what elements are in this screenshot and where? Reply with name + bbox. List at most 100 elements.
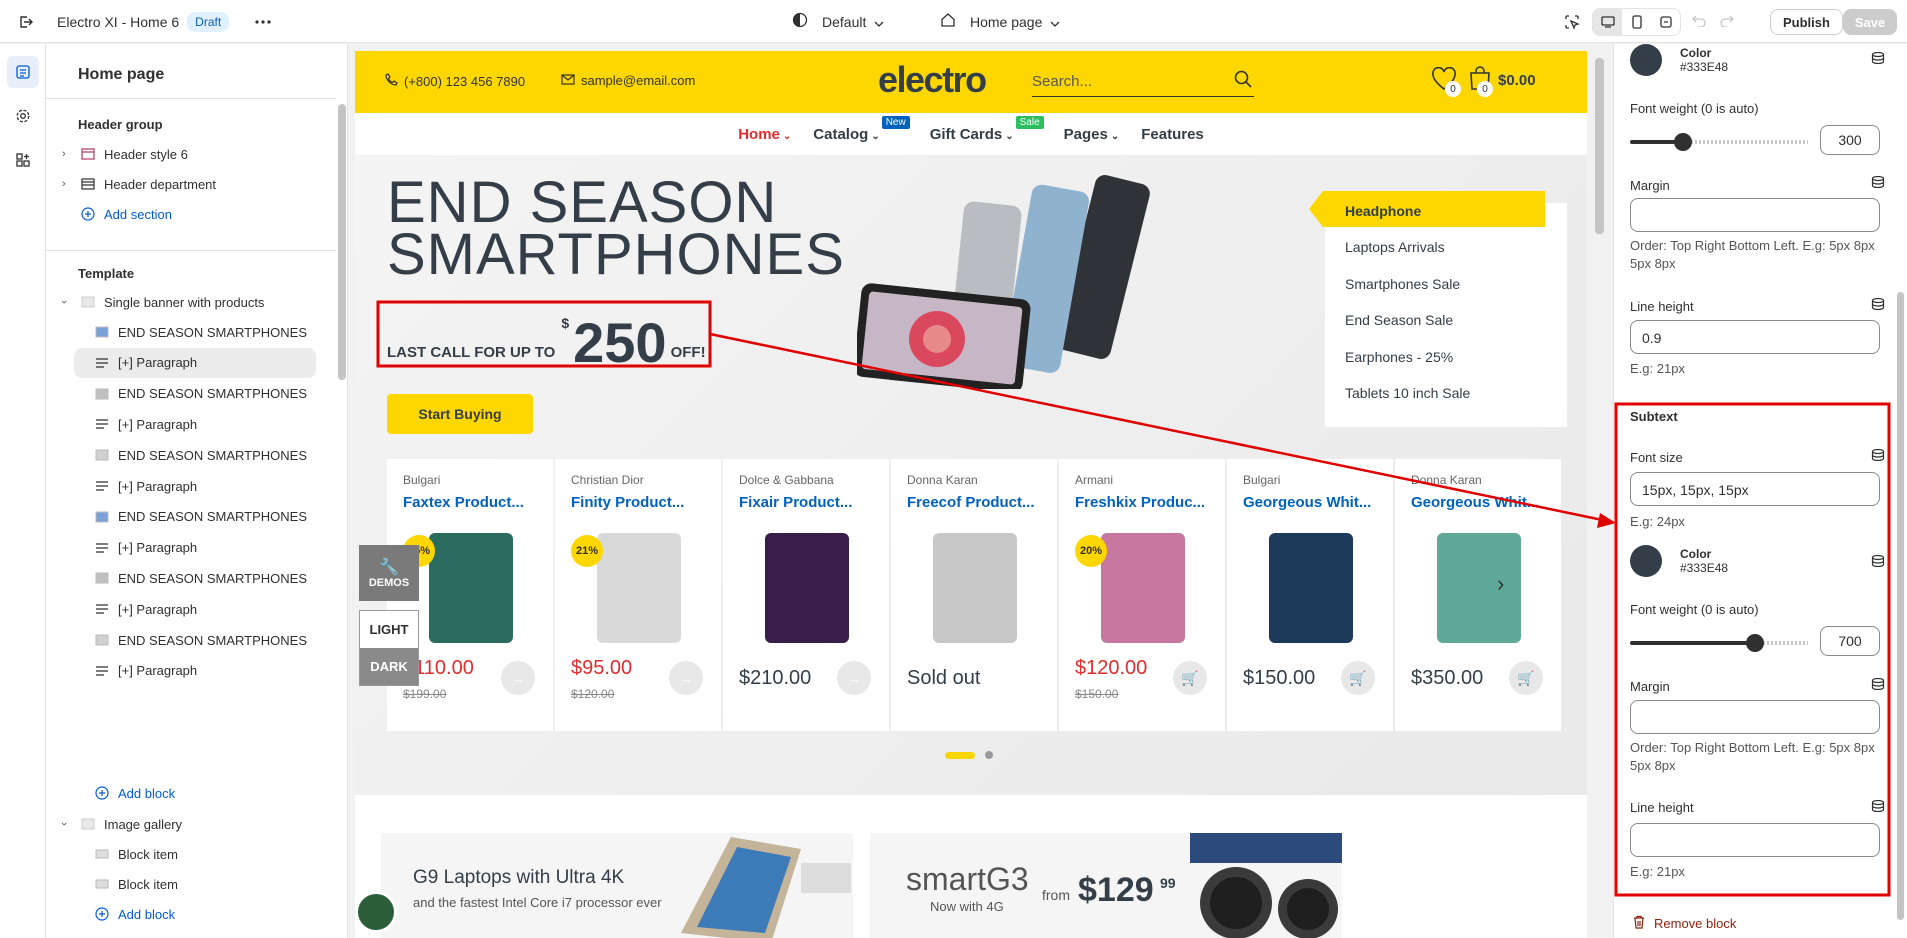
tree-item-heading[interactable]: END SEASON SMARTPHONES	[46, 563, 336, 593]
arrow-right-icon[interactable]: →	[669, 661, 703, 695]
product-card[interactable]: Donna Karan Freecof Product... Sold out	[891, 459, 1057, 731]
tree-item-block[interactable]: Block item	[46, 869, 336, 899]
tree-item-section[interactable]: › Single banner with products	[46, 287, 336, 317]
slider-knob[interactable]	[1674, 133, 1693, 151]
nav-item-pages[interactable]: Pages ⌄	[1064, 126, 1120, 143]
font-weight-slider[interactable]	[1630, 634, 1808, 652]
database-icon[interactable]	[1871, 800, 1885, 812]
theme-selector[interactable]: Default	[792, 0, 884, 43]
smartwatch-banner[interactable]: smartG3 Now with 4G from $129 99	[870, 833, 1342, 938]
start-buying-button[interactable]: Start Buying	[387, 394, 533, 434]
product-name[interactable]: Georgeous Whit...	[1243, 494, 1393, 511]
nav-item-home[interactable]: Home ⌄	[738, 126, 791, 143]
chevron-down-icon[interactable]: ›	[58, 822, 70, 826]
light-mode-button[interactable]: LIGHT	[360, 611, 418, 648]
tree-item-heading[interactable]: END SEASON SMARTPHONES	[46, 502, 336, 532]
color-swatch[interactable]	[1630, 44, 1662, 76]
menu-item[interactable]: Headphone	[1345, 203, 1421, 219]
apps-icon[interactable]	[7, 144, 39, 176]
add-to-cart-icon[interactable]: 🛒	[1509, 661, 1543, 695]
chevron-right-icon[interactable]: ›	[62, 148, 66, 160]
chevron-down-icon[interactable]: ›	[58, 300, 70, 304]
product-name[interactable]: Finity Product...	[571, 494, 721, 511]
tree-item-paragraph[interactable]: [+] Paragraph	[46, 533, 336, 563]
color-swatch[interactable]	[1630, 545, 1662, 577]
remove-block-button[interactable]: Remove block	[1632, 915, 1736, 932]
theme-mode-toggle[interactable]: LIGHT DARK	[359, 610, 419, 686]
nav-item-gift-cards[interactable]: Gift Cards ⌄Sale	[930, 115, 1044, 143]
gear-icon[interactable]	[7, 100, 39, 132]
tree-item-paragraph[interactable]: [+] Paragraph	[74, 347, 316, 378]
product-name[interactable]: Faxtex Product...	[403, 494, 553, 511]
database-icon[interactable]	[1871, 298, 1885, 310]
preview-scrollbar[interactable]	[1592, 46, 1606, 936]
product-image[interactable]	[933, 533, 1017, 643]
search-icon[interactable]	[1234, 70, 1252, 93]
product-card[interactable]: Dolce & Gabbana Fixair Product... $210.00 →	[723, 459, 889, 731]
menu-item[interactable]: Tablets 10 inch Sale	[1345, 385, 1470, 401]
tree-item-heading[interactable]: END SEASON SMARTPHONES	[46, 625, 336, 655]
database-icon[interactable]	[1871, 449, 1885, 461]
product-name[interactable]: Fixair Product...	[739, 494, 889, 511]
exit-icon[interactable]	[12, 8, 40, 36]
sections-icon[interactable]	[7, 56, 39, 88]
font-weight-input[interactable]: 700	[1820, 626, 1880, 656]
pagination-dot-active[interactable]	[945, 751, 975, 759]
tree-item-heading[interactable]: END SEASON SMARTPHONES	[46, 440, 336, 470]
page-selector[interactable]: Home page	[940, 0, 1060, 43]
fullscreen-icon[interactable]	[1651, 9, 1680, 35]
product-image[interactable]	[1101, 533, 1185, 643]
product-card[interactable]: Armani Freshkix Produc... 20% $120.00 $150.0…	[1059, 459, 1225, 731]
product-name[interactable]: Freecof Product...	[907, 494, 1057, 511]
slider-knob[interactable]	[1745, 634, 1764, 652]
tree-item-block[interactable]: Block item	[46, 839, 336, 869]
email-address[interactable]: sample@email.com	[581, 73, 695, 88]
menu-item[interactable]: End Season Sale	[1345, 312, 1453, 328]
tree-item-heading[interactable]: END SEASON SMARTPHONES	[46, 317, 336, 347]
chevron-right-icon[interactable]: ›	[1497, 571, 1504, 597]
dark-mode-button[interactable]: DARK	[360, 648, 418, 685]
desktop-icon[interactable]	[1593, 9, 1622, 35]
menu-item[interactable]: Smartphones Sale	[1345, 276, 1460, 292]
tree-item-paragraph[interactable]: [+] Paragraph	[46, 471, 336, 501]
product-name[interactable]: Freshkix Produc...	[1075, 494, 1225, 511]
font-size-input[interactable]: 15px, 15px, 15px	[1630, 472, 1880, 506]
database-icon[interactable]	[1871, 52, 1885, 64]
product-image[interactable]	[1437, 533, 1521, 643]
tree-item-header-department[interactable]: › Header department	[46, 169, 336, 199]
product-card[interactable]: Donna Karan Georgeous Whit... $350.00 🛒	[1395, 459, 1561, 731]
add-section-button[interactable]: Add section	[46, 199, 336, 229]
font-weight-input[interactable]: 300	[1820, 125, 1880, 155]
more-actions-icon[interactable]	[249, 8, 277, 36]
tree-item-heading[interactable]: END SEASON SMARTPHONES	[46, 379, 336, 409]
undo-icon[interactable]	[1692, 14, 1706, 30]
margin-input[interactable]	[1630, 700, 1880, 734]
settings-scrollbar[interactable]	[1897, 44, 1905, 938]
tree-item-paragraph[interactable]: [+] Paragraph	[46, 656, 336, 686]
site-logo[interactable]: electro	[878, 59, 987, 101]
margin-input[interactable]	[1630, 198, 1880, 232]
product-card[interactable]: Bulgari Georgeous Whit... $150.00 🛒	[1227, 459, 1393, 731]
line-height-input[interactable]	[1630, 823, 1880, 857]
phone-number[interactable]: (+800) 123 456 7890	[404, 74, 525, 89]
mobile-icon[interactable]	[1622, 9, 1651, 35]
laptop-banner[interactable]: G9 Laptops with Ultra 4K and the fastest…	[381, 833, 853, 938]
database-icon[interactable]	[1871, 678, 1885, 690]
product-name[interactable]: Georgeous Whit...	[1411, 494, 1561, 511]
nav-item-features[interactable]: Features	[1141, 126, 1204, 143]
arrow-right-icon[interactable]: →	[837, 661, 871, 695]
database-icon[interactable]	[1871, 176, 1885, 188]
line-height-input[interactable]: 0.9	[1630, 320, 1880, 354]
product-card[interactable]: Christian Dior Finity Product... 21% $95.00…	[555, 459, 721, 731]
tree-item-header-style[interactable]: › Header style 6	[46, 139, 336, 169]
wishlist-icon[interactable]: 0	[1431, 66, 1461, 97]
tree-item-gallery[interactable]: › Image gallery	[46, 809, 336, 839]
add-to-cart-icon[interactable]: 🛒	[1341, 661, 1375, 695]
arrow-right-icon[interactable]: →	[501, 661, 535, 695]
tree-item-paragraph[interactable]: [+] Paragraph	[46, 594, 336, 624]
demos-button[interactable]: 🔧 DEMOS	[359, 545, 419, 601]
site-search-input[interactable]: Search...	[1032, 65, 1254, 97]
database-icon[interactable]	[1871, 555, 1885, 567]
publish-button[interactable]: Publish	[1770, 9, 1843, 35]
menu-item[interactable]: Earphones - 25%	[1345, 349, 1453, 365]
